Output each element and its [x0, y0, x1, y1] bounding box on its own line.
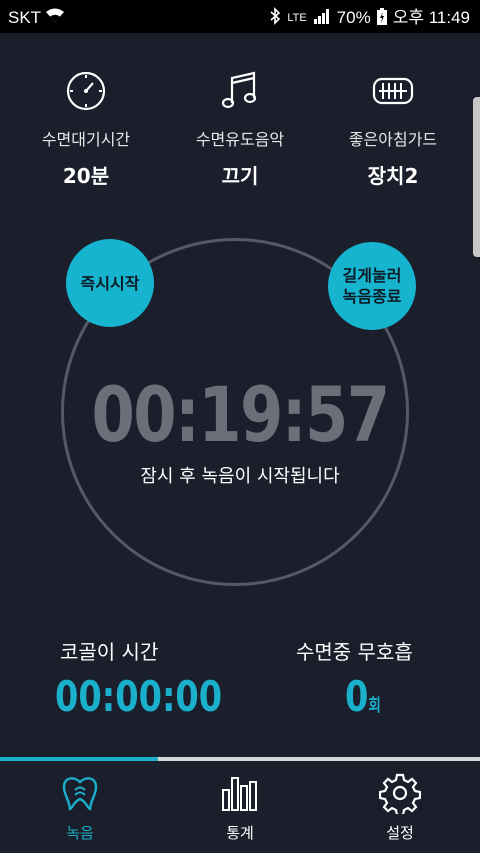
- snoring-time-value: 00:00:00: [55, 672, 223, 721]
- sleep-wait-time-value: 20분: [62, 164, 110, 188]
- snoring-time-label: 코골이 시간: [60, 640, 159, 664]
- mouthguard-icon: [313, 68, 473, 114]
- recording-status-message: 잠시 후 녹음이 시작됩니다: [140, 466, 340, 487]
- tab-settings-label: 설정: [386, 824, 414, 842]
- battery-icon: [376, 7, 387, 29]
- tab-statistics[interactable]: 통계: [160, 770, 320, 843]
- sleep-wait-time-setting[interactable]: 수면대기시간 20분: [6, 68, 166, 189]
- gear-icon: [320, 770, 480, 816]
- music-note-icon: [160, 68, 320, 114]
- morning-guard-value: 장치2: [367, 164, 419, 188]
- morning-guard-setting[interactable]: 좋은아침가드 장치2: [313, 68, 473, 189]
- tab-settings[interactable]: 설정: [320, 770, 480, 843]
- carrier-label: SKT: [8, 7, 42, 27]
- clock-time: 오후 11:49: [392, 8, 470, 27]
- battery-percent: 70%: [336, 8, 371, 27]
- apnea-label: 수면중 무호흡: [296, 640, 413, 664]
- signal-icon: [313, 8, 331, 28]
- progress-bar: [0, 757, 480, 761]
- morning-guard-label: 좋은아침가드: [348, 130, 438, 149]
- wifi-icon: [45, 7, 65, 28]
- tab-record[interactable]: 녹음: [0, 770, 160, 843]
- progress-fill: [0, 757, 159, 761]
- apnea-count-unit: 회: [368, 696, 381, 716]
- bar-chart-icon: [160, 770, 320, 816]
- tooth-icon: [0, 770, 160, 816]
- bluetooth-icon: [269, 7, 281, 29]
- clock-icon: [6, 68, 166, 114]
- sleep-music-label: 수면유도음악: [195, 130, 285, 149]
- sleep-music-value: 끄기: [221, 164, 259, 188]
- network-label: LTE: [287, 12, 307, 24]
- tab-statistics-label: 통계: [226, 824, 254, 842]
- sleep-music-setting[interactable]: 수면유도음악 끄기: [160, 68, 320, 189]
- status-bar: SKT LTE 70% 오후 11:49: [0, 0, 480, 33]
- long-press-stop-button[interactable]: 길게눌러 녹음종료: [328, 242, 416, 330]
- countdown-timer: 00:19:57: [91, 370, 391, 459]
- tab-record-label: 녹음: [66, 824, 94, 842]
- apnea-count: 0회: [345, 672, 381, 721]
- sleep-wait-time-label: 수면대기시간: [41, 130, 131, 149]
- apnea-count-value: 0: [345, 672, 369, 721]
- start-now-button[interactable]: 즉시시작: [66, 239, 154, 327]
- scrollbar[interactable]: [473, 97, 480, 257]
